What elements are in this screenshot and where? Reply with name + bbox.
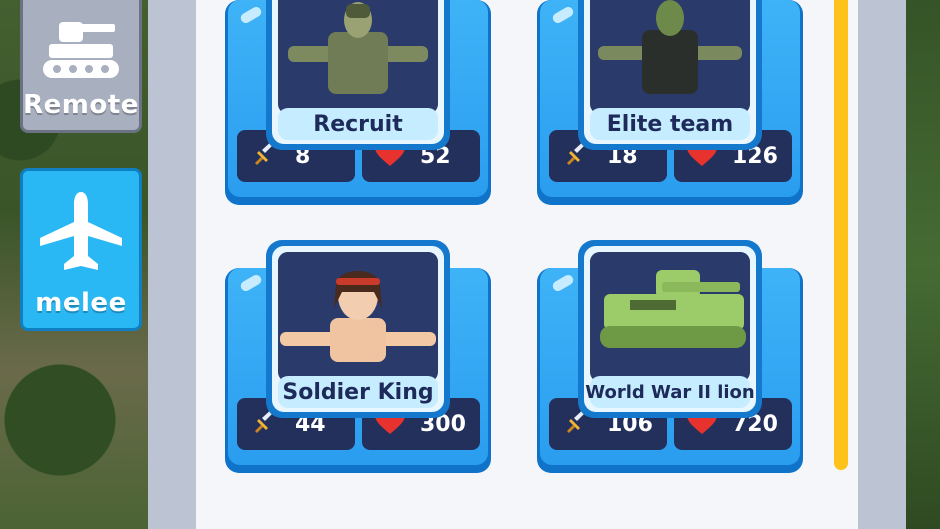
unit-portrait: Elite team <box>578 0 762 150</box>
unit-name: World War II lion <box>585 376 755 408</box>
unit-name: Elite team <box>590 108 750 140</box>
tab-melee[interactable]: melee <box>20 168 142 331</box>
unit-portrait: World War II lion <box>578 240 762 418</box>
tab-remote[interactable]: Remote <box>20 0 142 133</box>
soldier-dark-portrait <box>590 0 750 114</box>
soldier-bandana-portrait <box>278 252 438 382</box>
scrollbar[interactable] <box>828 0 852 470</box>
tab-melee-label: melee <box>35 288 127 318</box>
airplane-icon <box>36 188 126 282</box>
unit-card-elite-team[interactable]: 18 126 Elite team <box>537 0 803 205</box>
soldier-camo-portrait <box>278 0 438 114</box>
unit-name: Soldier King <box>278 376 438 408</box>
tab-remote-label: Remote <box>23 90 139 120</box>
unit-card-recruit[interactable]: 8 52 Recruit <box>225 0 491 205</box>
green-tank-portrait <box>590 252 750 382</box>
background-terrain-right <box>906 0 940 529</box>
unit-name: Recruit <box>278 108 438 140</box>
unit-card-world-war-ii-lion[interactable]: 106 720 World War II lion <box>537 240 803 473</box>
unit-portrait: Recruit <box>266 0 450 150</box>
scrollbar-thumb[interactable] <box>834 0 848 470</box>
tank-icon <box>41 20 121 84</box>
unit-card-soldier-king[interactable]: 44 300 Soldier King <box>225 240 491 473</box>
unit-portrait: Soldier King <box>266 240 450 418</box>
